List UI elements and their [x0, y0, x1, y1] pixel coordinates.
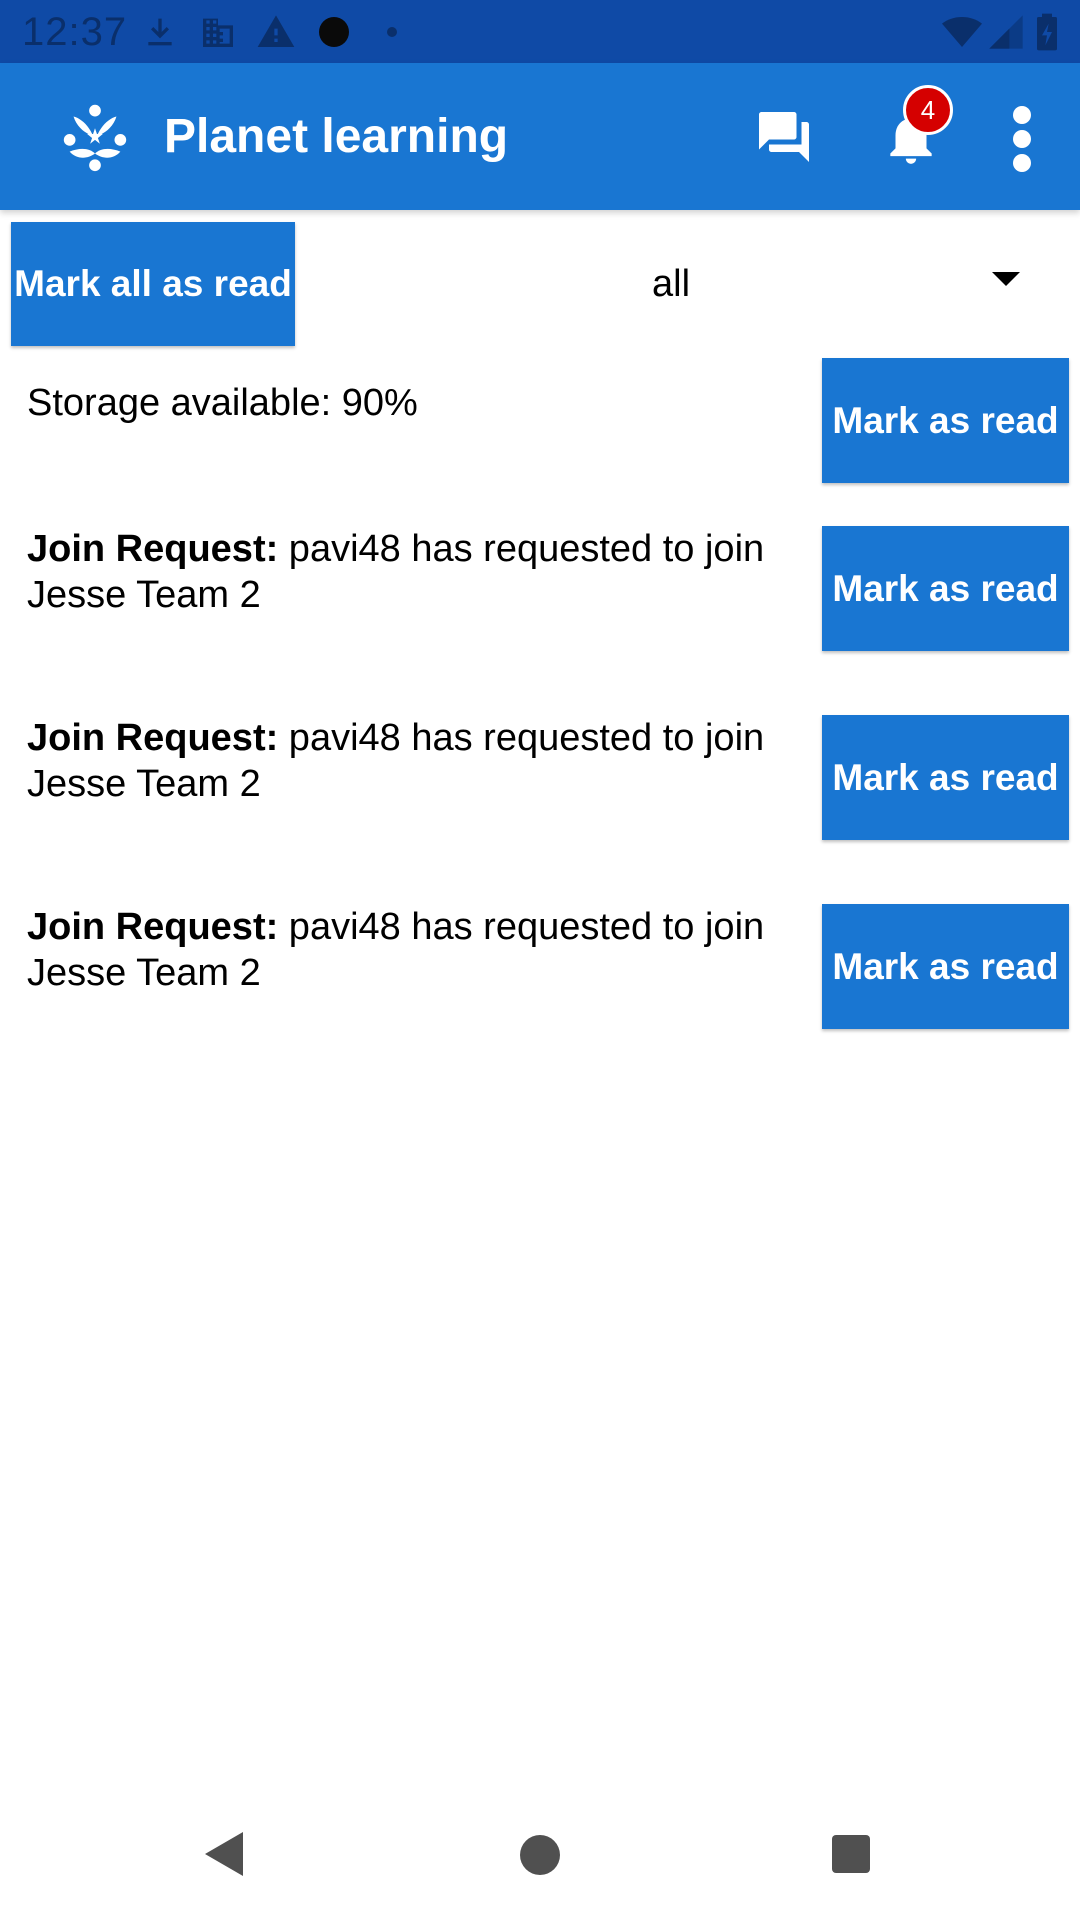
filter-dropdown[interactable]: all [640, 250, 1060, 320]
notification-text: Storage available: 90% [27, 380, 787, 426]
circle-icon [314, 12, 354, 52]
signal-icon [986, 12, 1026, 52]
chat-icon[interactable] [754, 107, 814, 167]
download-icon [140, 12, 180, 52]
system-nav-bar [0, 1800, 1080, 1920]
filter-value: all [652, 263, 691, 305]
notification-text: Join Request: pavi48 has requested to jo… [27, 526, 787, 618]
list-item: Storage available: 90% Mark as read [0, 358, 1080, 484]
more-vert-icon[interactable] [1005, 103, 1039, 175]
mark-as-read-button[interactable]: Mark as read [822, 715, 1069, 840]
notification-text: Join Request: pavi48 has requested to jo… [27, 904, 787, 996]
planet-logo-icon [56, 97, 134, 175]
notification-title: Join Request: [27, 717, 279, 759]
mark-as-read-button[interactable]: Mark as read [822, 904, 1069, 1029]
status-bar: 12:37 [0, 0, 1080, 63]
recents-icon[interactable] [832, 1835, 870, 1873]
app-title: Planet learning [164, 110, 509, 163]
dot-icon [372, 12, 412, 52]
notification-title: Join Request: [27, 528, 279, 570]
app-bar: Planet learning 4 [0, 63, 1080, 210]
list-item: Join Request: pavi48 has requested to jo… [0, 715, 1080, 841]
list-item: Join Request: pavi48 has requested to jo… [0, 904, 1080, 1030]
status-time: 12:37 [22, 10, 128, 54]
mark-all-as-read-button[interactable]: Mark all as read [11, 222, 295, 346]
building-icon [198, 12, 238, 52]
notification-title: Join Request: [27, 906, 279, 948]
chevron-down-icon [992, 272, 1020, 286]
back-icon[interactable] [205, 1832, 243, 1876]
list-item: Join Request: pavi48 has requested to jo… [0, 526, 1080, 652]
notification-body: Storage available: 90% [27, 382, 418, 424]
wifi-icon [942, 12, 982, 52]
mark-as-read-button[interactable]: Mark as read [822, 358, 1069, 483]
mark-as-read-button[interactable]: Mark as read [822, 526, 1069, 651]
warning-icon [256, 12, 296, 52]
battery-icon [1030, 12, 1064, 52]
notification-badge: 4 [903, 85, 953, 135]
notification-text: Join Request: pavi48 has requested to jo… [27, 715, 787, 807]
home-icon[interactable] [520, 1835, 560, 1875]
